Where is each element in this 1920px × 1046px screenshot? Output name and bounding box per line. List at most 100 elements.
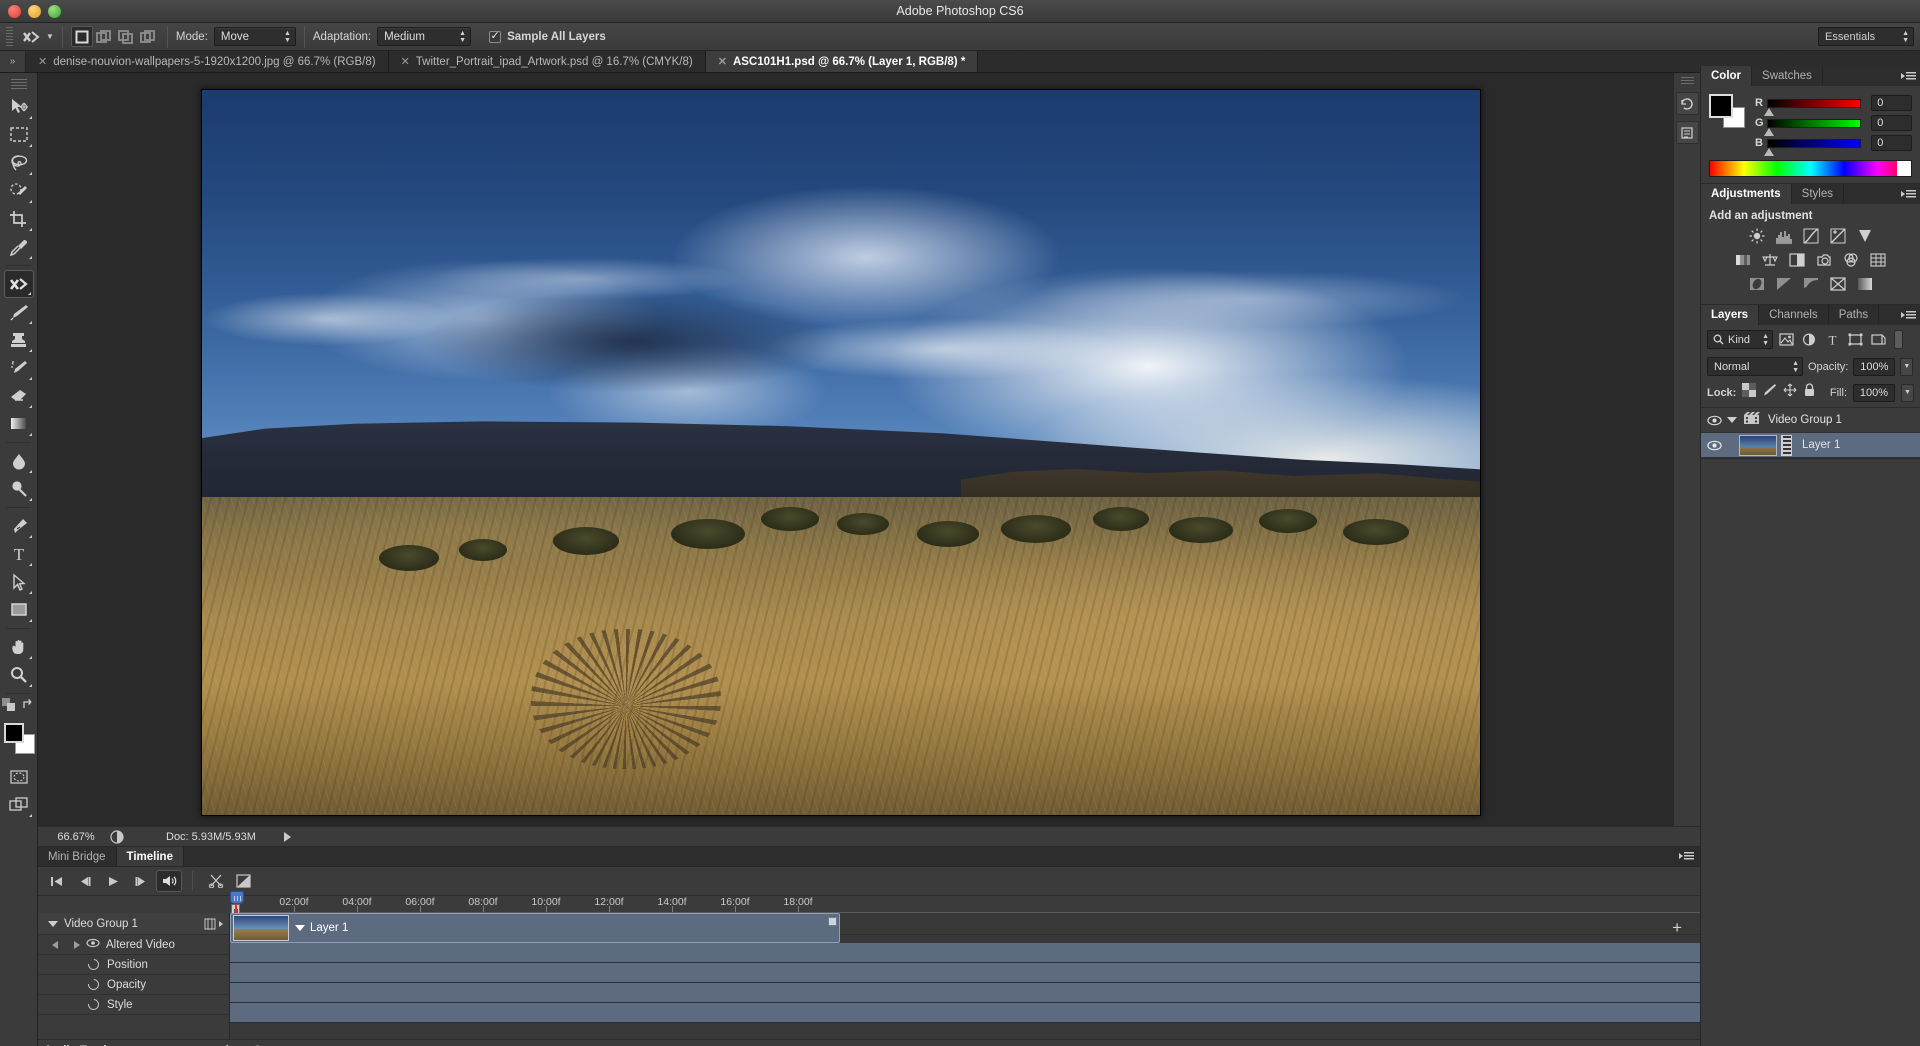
- lasso-tool[interactable]: [4, 149, 34, 177]
- expand-docks-button[interactable]: »: [0, 51, 26, 72]
- tab-paths[interactable]: Paths: [1829, 305, 1880, 325]
- tool-expand-corner[interactable]: [28, 321, 32, 324]
- foreground-color-swatch[interactable]: [3, 723, 24, 743]
- red-value-field[interactable]: 0: [1871, 95, 1912, 111]
- audio-button[interactable]: [156, 870, 182, 892]
- pixel-filter-icon[interactable]: [1777, 330, 1796, 349]
- kind-stepper-icon[interactable]: ▲ ▼: [1762, 333, 1769, 347]
- green-slider-knob[interactable]: [1763, 127, 1774, 136]
- track-row-video-group[interactable]: Layer 1: [230, 913, 1700, 943]
- blue-value-field[interactable]: 0: [1871, 135, 1912, 151]
- eraser-tool[interactable]: [4, 382, 34, 410]
- path-selection-tool[interactable]: [4, 568, 34, 596]
- mode-select[interactable]: Move ▲ ▼: [213, 27, 296, 46]
- layer-filter-kind-select[interactable]: Kind ▲ ▼: [1707, 330, 1773, 349]
- document-proxy-icon[interactable]: [106, 829, 128, 844]
- opacity-chevron-down-icon[interactable]: ▼: [1900, 357, 1914, 376]
- color-spectrum-ramp[interactable]: [1709, 160, 1912, 177]
- tab-channels[interactable]: Channels: [1759, 305, 1829, 325]
- tool-expand-corner[interactable]: [28, 144, 32, 147]
- smart-object-filter-icon[interactable]: [1869, 330, 1888, 349]
- healing-brush-tool[interactable]: [3, 270, 34, 298]
- move-tool[interactable]: [4, 93, 34, 121]
- shape-filter-icon[interactable]: [1846, 330, 1865, 349]
- close-tab-icon[interactable]: ✕: [38, 55, 47, 68]
- clone-stamp-tool[interactable]: [4, 326, 34, 354]
- rectangle-tool[interactable]: [4, 596, 34, 624]
- tool-expand-corner[interactable]: [28, 256, 32, 259]
- eyedropper-tool[interactable]: [4, 233, 34, 261]
- track-header-altered-video[interactable]: Altered Video: [38, 935, 229, 955]
- selective-color-icon[interactable]: [1854, 274, 1876, 294]
- tools-panel-grip[interactable]: [10, 79, 27, 89]
- split-clip-button[interactable]: [203, 870, 229, 892]
- workspace-chevron-icon[interactable]: ▲ ▼: [1902, 30, 1909, 44]
- clip-expand-caret-icon[interactable]: [295, 925, 305, 931]
- layer-row-layer-1[interactable]: Layer 1: [1701, 433, 1920, 458]
- tab-color[interactable]: Color: [1701, 66, 1753, 86]
- blend-stepper-icon[interactable]: ▲ ▼: [1792, 360, 1799, 374]
- blue-slider[interactable]: [1763, 138, 1862, 156]
- tab-timeline[interactable]: Timeline: [116, 847, 184, 866]
- close-tab-icon[interactable]: ✕: [401, 55, 410, 68]
- rail-grip[interactable]: [1680, 77, 1694, 86]
- next-keyframe-icon[interactable]: [74, 940, 80, 949]
- hue-saturation-icon[interactable]: [1732, 250, 1754, 270]
- lock-transparency-icon[interactable]: [1742, 383, 1757, 402]
- stopwatch-icon[interactable]: [85, 976, 102, 993]
- crop-tool[interactable]: [4, 205, 34, 233]
- tool-expand-corner[interactable]: [28, 349, 32, 352]
- tool-expand-corner[interactable]: [28, 172, 32, 175]
- type-filter-icon[interactable]: T: [1823, 330, 1842, 349]
- adjustments-panel-menu-icon[interactable]: [1900, 188, 1916, 200]
- audio-mute-icon[interactable]: [220, 1042, 235, 1046]
- pen-tool[interactable]: [4, 512, 34, 540]
- adaptation-select[interactable]: Medium ▲ ▼: [377, 27, 472, 46]
- track-expand-caret-icon[interactable]: [48, 920, 58, 927]
- stopwatch-icon[interactable]: [85, 996, 102, 1013]
- workspace-switcher[interactable]: Essentials ▲ ▼: [1818, 27, 1914, 46]
- tool-expand-corner[interactable]: [28, 563, 32, 566]
- white-chip[interactable]: [1897, 161, 1911, 176]
- intersect-selection-button[interactable]: [137, 26, 159, 47]
- swap-colors-icon[interactable]: [22, 698, 36, 717]
- tool-expand-corner[interactable]: [28, 433, 32, 436]
- stopwatch-icon[interactable]: [85, 956, 102, 973]
- tool-expand-corner[interactable]: [28, 377, 32, 380]
- lock-image-icon[interactable]: [1762, 383, 1777, 402]
- timeline-track-area[interactable]: Layer 1: [230, 913, 1700, 1046]
- transition-button[interactable]: [231, 870, 257, 892]
- tab-mini-bridge[interactable]: Mini Bridge: [38, 847, 117, 866]
- layer-filter-toggle[interactable]: [1894, 330, 1903, 349]
- add-audio-button[interactable]: +: [1672, 1042, 1682, 1046]
- tool-expand-corner[interactable]: [28, 656, 32, 659]
- tool-expand-corner[interactable]: [28, 814, 32, 817]
- timeline-ruler[interactable]: 02:00f 04:00f 06:00f 08:00f 10:00f 12:00…: [230, 896, 1700, 913]
- channel-mixer-icon[interactable]: [1840, 250, 1862, 270]
- group-expand-caret-icon[interactable]: [1727, 417, 1737, 423]
- add-to-selection-button[interactable]: [93, 26, 115, 47]
- adjustment-filter-icon[interactable]: [1800, 330, 1819, 349]
- vibrance-icon[interactable]: [1854, 226, 1876, 246]
- foreground-background-colors[interactable]: [3, 723, 35, 754]
- tool-preset-chevron-icon[interactable]: ▼: [46, 32, 54, 41]
- video-clip-layer-1[interactable]: Layer 1: [230, 913, 840, 943]
- lock-position-icon[interactable]: [1783, 383, 1797, 402]
- timeline-panel-menu-icon[interactable]: [1678, 850, 1694, 862]
- layers-panel-menu-icon[interactable]: [1900, 309, 1916, 321]
- history-brush-tool[interactable]: [4, 354, 34, 382]
- layer-thumbnail[interactable]: [1739, 434, 1777, 456]
- green-slider[interactable]: [1763, 118, 1862, 136]
- color-panel-menu-icon[interactable]: [1900, 70, 1916, 82]
- black-white-icon[interactable]: [1786, 250, 1808, 270]
- go-to-first-frame-button[interactable]: [44, 870, 70, 892]
- status-bar-menu-icon[interactable]: [283, 831, 291, 842]
- new-selection-button[interactable]: [70, 26, 93, 47]
- document-canvas[interactable]: [201, 89, 1481, 816]
- tab-adjustments[interactable]: Adjustments: [1701, 184, 1792, 204]
- next-frame-button[interactable]: [128, 870, 154, 892]
- healing-brush-icon[interactable]: [18, 26, 44, 48]
- previous-frame-button[interactable]: [72, 870, 98, 892]
- tool-expand-corner[interactable]: [27, 292, 31, 295]
- track-row-style[interactable]: [230, 1003, 1700, 1023]
